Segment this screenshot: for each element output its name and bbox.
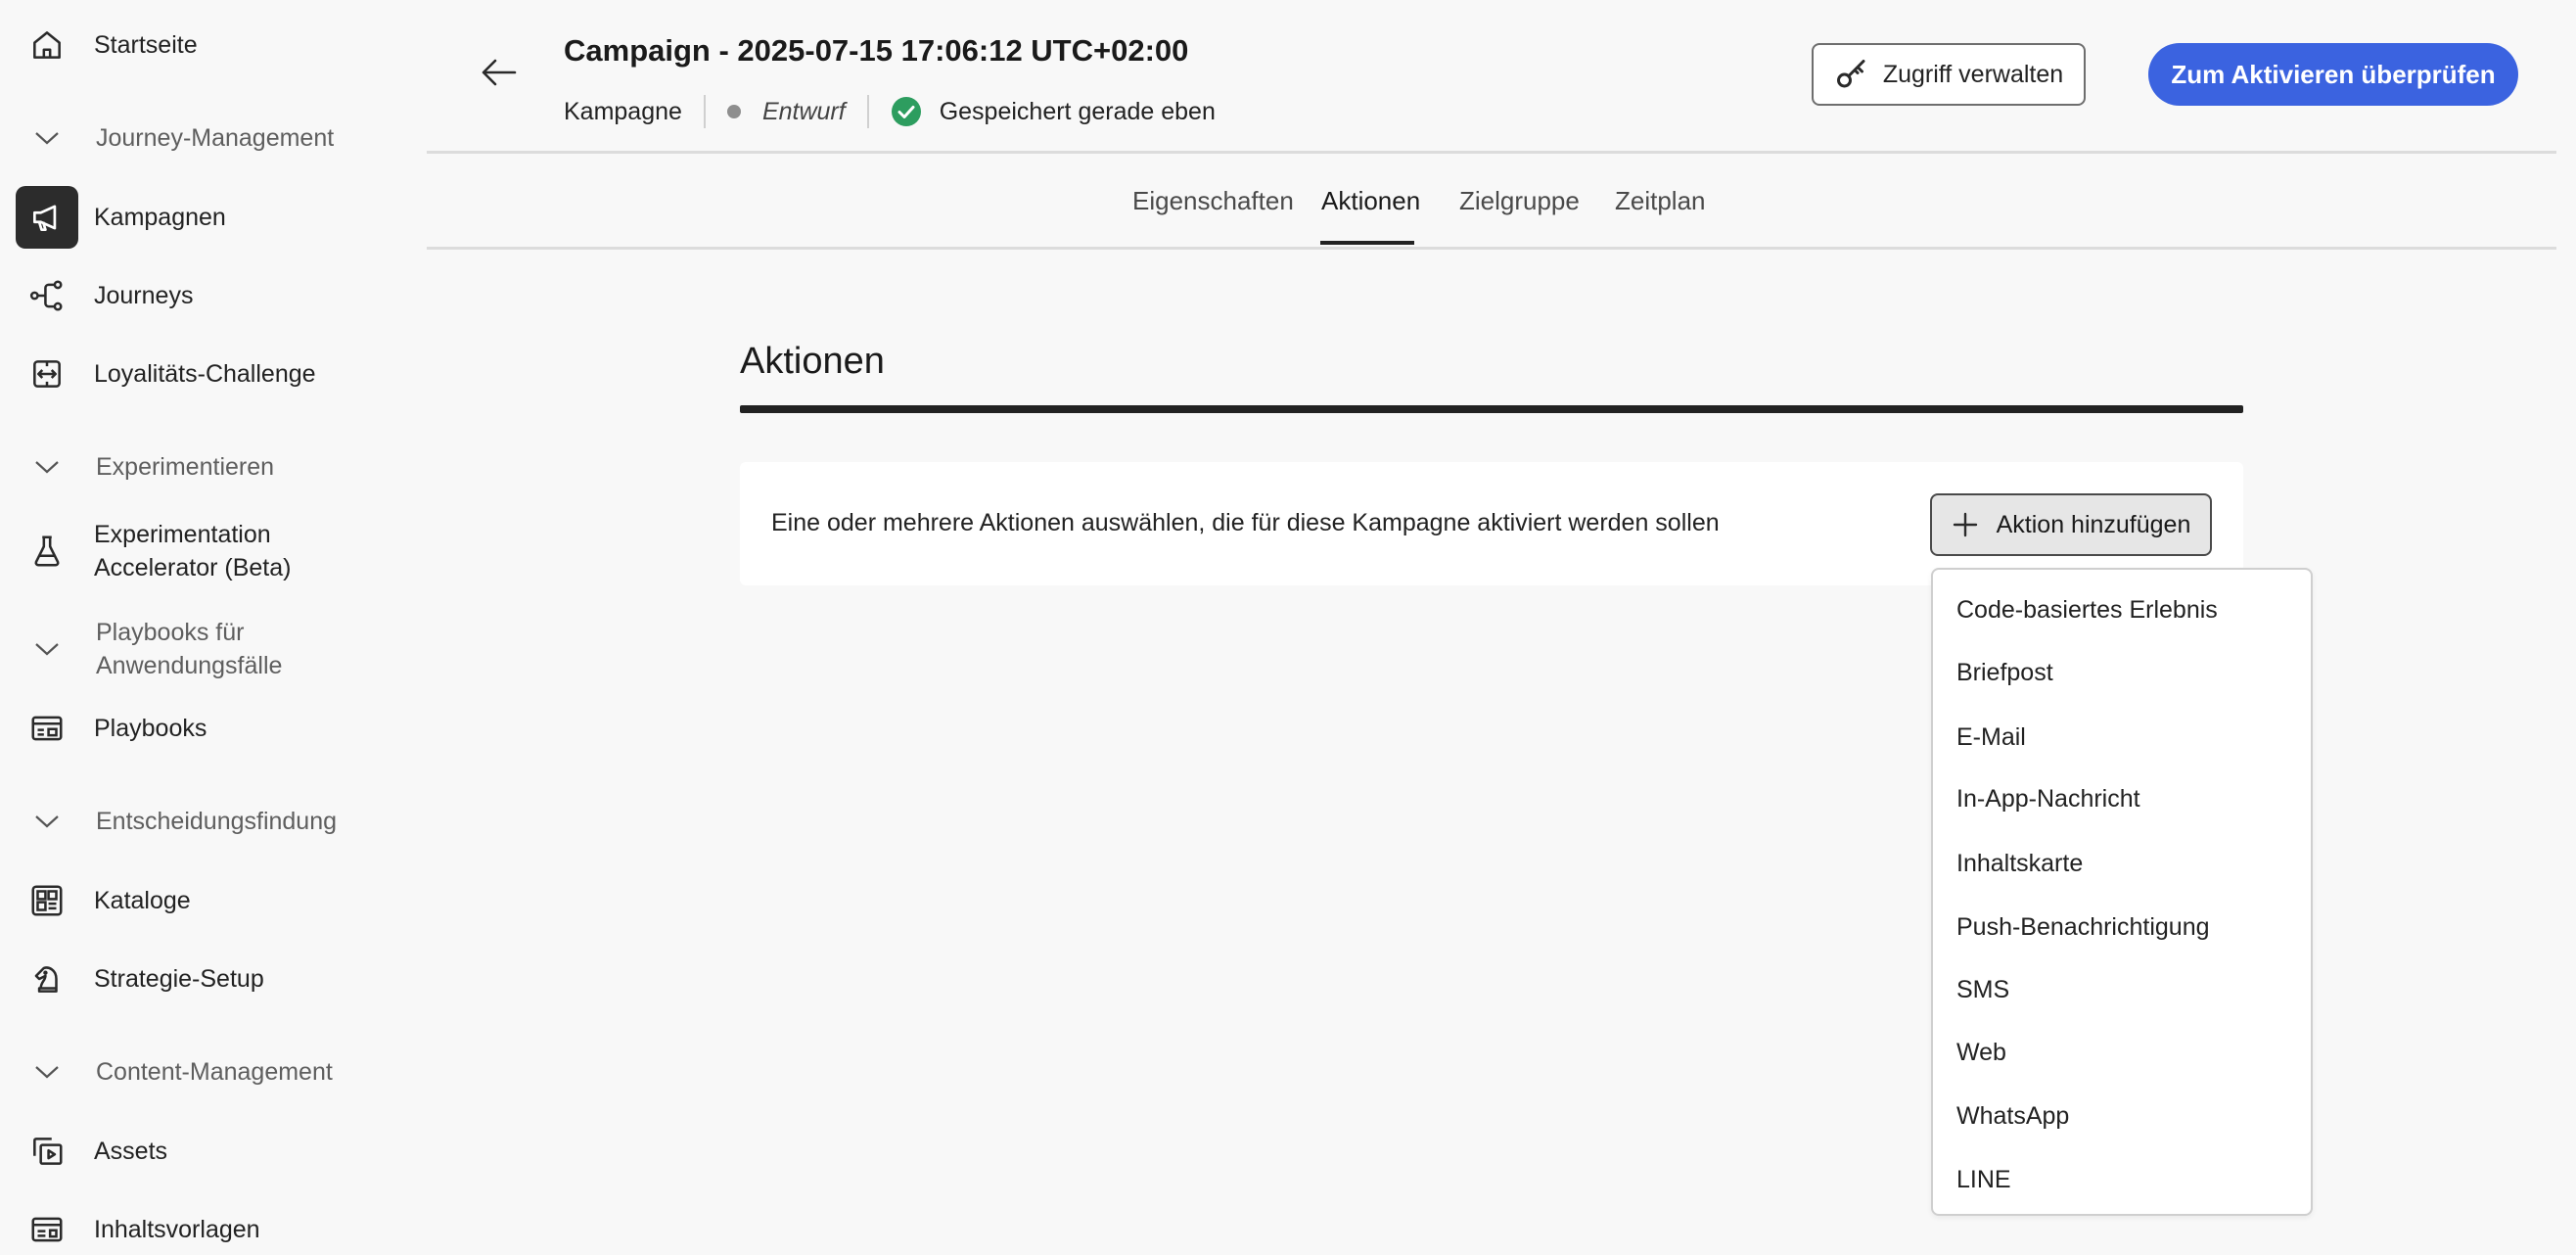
- nav-item-label: Playbooks: [94, 715, 207, 742]
- chevron-down-icon: [16, 128, 78, 148]
- menu-item-web[interactable]: Web: [1956, 1028, 2289, 1077]
- menu-item-push[interactable]: Push-Benachrichtigung: [1956, 903, 2289, 952]
- nav-item-label: Experimentation Accelerator (Beta): [94, 518, 291, 584]
- flask-icon: [16, 520, 78, 582]
- actions-instruction: Eine oder mehrere Aktionen auswählen, di…: [771, 509, 1720, 536]
- review-to-activate-button[interactable]: Zum Aktivieren überprüfen: [2148, 43, 2518, 106]
- chevron-down-icon: [16, 457, 78, 477]
- add-action-button[interactable]: Aktion hinzufügen: [1930, 493, 2212, 556]
- manage-access-label: Zugriff verwalten: [1882, 60, 2064, 88]
- chevron-down-icon: [16, 812, 78, 831]
- section-label: Experimentieren: [96, 453, 275, 481]
- template-icon: [16, 1198, 78, 1255]
- header-divider: [427, 151, 2556, 154]
- menu-item-line[interactable]: LINE: [1956, 1155, 2289, 1204]
- section-label-line1: Playbooks für: [96, 619, 245, 646]
- nav-item-label: Assets: [94, 1138, 168, 1165]
- section-decisioning[interactable]: Entscheidungsfindung: [16, 805, 407, 838]
- section-experimentation[interactable]: Experimentieren: [16, 450, 407, 484]
- nav-item-label: Inhaltsvorlagen: [94, 1216, 260, 1243]
- chevron-down-icon: [16, 639, 78, 659]
- section-divider: [740, 405, 2243, 413]
- nav-item-label: Journeys: [94, 282, 194, 309]
- section-label: Journey-Management: [96, 124, 335, 152]
- section-title: Aktionen: [740, 341, 885, 382]
- journey-branch-icon: [16, 264, 78, 327]
- nav-item-assets[interactable]: Assets: [16, 1120, 407, 1183]
- nav-item-home[interactable]: Startseite: [16, 14, 407, 76]
- nav-item-strategy[interactable]: Strategie-Setup: [16, 948, 407, 1010]
- nav-item-loyalty[interactable]: Loyalitäts-Challenge: [16, 343, 407, 405]
- chess-knight-icon: [16, 948, 78, 1010]
- menu-item-code-based[interactable]: Code-basiertes Erlebnis: [1956, 585, 2289, 634]
- nav-item-journeys[interactable]: Journeys: [16, 264, 407, 327]
- plus-icon: [1953, 512, 1977, 537]
- nav-item-label-line1: Experimentation: [94, 521, 271, 548]
- tab-bar: Eigenschaften Aktionen Zielgruppe Zeitpl…: [0, 164, 2576, 249]
- section-label: Content-Management: [96, 1058, 333, 1086]
- section-label: Entscheidungsfindung: [96, 808, 338, 835]
- divider: [866, 95, 869, 128]
- campaign-meta: Kampagne Entwurf Gespeichert gerade eben: [564, 92, 1216, 131]
- tab-schedule[interactable]: Zeitplan: [1615, 186, 1706, 216]
- section-label-line2: Anwendungsfälle: [96, 652, 283, 679]
- arrow-left-icon: [482, 59, 517, 86]
- assets-icon: [16, 1120, 78, 1183]
- menu-item-direct-mail[interactable]: Briefpost: [1956, 648, 2289, 697]
- tab-actions[interactable]: Aktionen: [1321, 186, 1420, 216]
- nav-item-label: Strategie-Setup: [94, 965, 264, 993]
- section-label: Playbooks für Anwendungsfälle: [96, 616, 282, 682]
- add-action-label: Aktion hinzufügen: [1996, 510, 2191, 538]
- manage-access-button[interactable]: Zugriff verwalten: [1812, 43, 2086, 106]
- home-icon: [16, 14, 78, 76]
- menu-item-content-card[interactable]: Inhaltskarte: [1956, 839, 2289, 888]
- nav-item-templates[interactable]: Inhaltsvorlagen: [16, 1198, 407, 1255]
- back-button[interactable]: [472, 49, 527, 96]
- playbook-icon: [16, 697, 78, 760]
- section-content-management[interactable]: Content-Management: [16, 1055, 407, 1089]
- page-title: Campaign - 2025-07-15 17:06:12 UTC+02:00: [564, 33, 1189, 68]
- nav-item-label: Startseite: [94, 31, 198, 59]
- nav-item-label: Loyalitäts-Challenge: [94, 360, 316, 388]
- nav-item-catalogs[interactable]: Kataloge: [16, 869, 407, 932]
- check-circle-icon: [891, 97, 921, 126]
- loyalty-exchange-icon: [16, 343, 78, 405]
- status-badge: Entwurf: [761, 97, 846, 125]
- nav-item-experimentation-accelerator[interactable]: Experimentation Accelerator (Beta): [16, 517, 407, 585]
- menu-item-email[interactable]: E-Mail: [1956, 713, 2289, 762]
- status-dot-icon: [726, 105, 741, 118]
- nav-item-label: Kataloge: [94, 887, 191, 914]
- saved-status: Gespeichert gerade eben: [939, 97, 1216, 125]
- menu-item-in-app[interactable]: In-App-Nachricht: [1956, 774, 2289, 823]
- active-tab-indicator: [1320, 241, 1414, 245]
- chevron-down-icon: [16, 1062, 78, 1082]
- menu-item-sms[interactable]: SMS: [1956, 965, 2289, 1014]
- section-journey-management[interactable]: Journey-Management: [16, 121, 407, 155]
- divider: [703, 95, 706, 128]
- catalog-icon: [16, 869, 78, 932]
- nav-item-label-line2: Accelerator (Beta): [94, 554, 292, 581]
- tabs-divider: [427, 247, 2556, 250]
- action-type-menu: Code-basiertes Erlebnis Briefpost E-Mail…: [1931, 568, 2313, 1216]
- menu-item-whatsapp[interactable]: WhatsApp: [1956, 1092, 2289, 1140]
- tab-properties[interactable]: Eigenschaften: [1132, 186, 1294, 216]
- nav-item-playbooks[interactable]: Playbooks: [16, 697, 407, 760]
- key-icon: [1836, 60, 1865, 88]
- tab-audience[interactable]: Zielgruppe: [1459, 186, 1580, 216]
- section-playbooks[interactable]: Playbooks für Anwendungsfälle: [16, 615, 407, 683]
- campaign-type: Kampagne: [564, 97, 682, 125]
